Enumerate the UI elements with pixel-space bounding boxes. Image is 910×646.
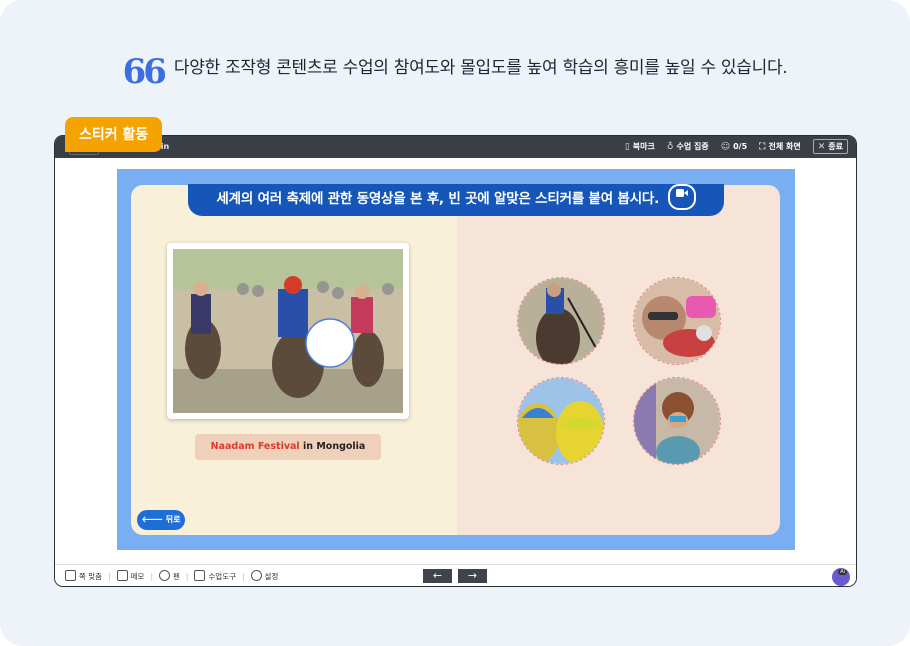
back-label: 뒤로	[165, 515, 181, 524]
divider: |	[108, 571, 111, 581]
festival-photo-frame	[167, 243, 409, 419]
topbar-actions: ▯ 북마크 ♁ 수업 집중 ☺ 0/5 ⛶ 전체 화면 ✕ 종료	[625, 139, 848, 154]
video-camera-icon	[675, 189, 688, 197]
sticker-carnival[interactable]	[633, 377, 721, 465]
activity-stage: 세계의 여러 축제에 관한 동영상을 본 후, 빈 곳에 알맞은 스티커를 붙여…	[117, 169, 795, 550]
divider: |	[242, 571, 245, 581]
arrow-left-icon: 🡐	[141, 515, 163, 524]
sticker-tomato-festival[interactable]	[633, 277, 721, 365]
users-indicator[interactable]: ☺ 0/5	[721, 142, 747, 152]
pen-label: 펜	[172, 572, 180, 581]
quote-icon: 66	[122, 52, 167, 92]
settings-label: 설정	[264, 572, 279, 581]
gear-icon	[250, 570, 262, 581]
feature-card: 66 다양한 조작형 콘텐츠로 수업의 참여도와 몰입도를 높여 학습의 흥미를 …	[0, 0, 910, 646]
focus-label: 수업 집중	[676, 142, 709, 151]
instruction-banner: 세계의 여러 축제에 관한 동영상을 본 후, 빈 곳에 알맞은 스티커를 붙여…	[188, 184, 724, 216]
divider: |	[150, 571, 153, 581]
divider: |	[185, 571, 189, 581]
bulb-icon: ♁	[666, 142, 674, 152]
settings-button[interactable]: 설정	[250, 570, 279, 582]
naadam-photo	[173, 249, 403, 413]
ai-assistant-button[interactable]: AI	[832, 568, 850, 586]
headline-text: 다양한 조작형 콘텐츠로 수업의 참여도와 몰입도를 높여 학습의 흥미를 높일…	[173, 58, 788, 78]
users-count: 0/5	[733, 141, 748, 151]
memo-button[interactable]: 메모	[116, 570, 145, 582]
tomato-festival-image	[634, 278, 720, 364]
fullscreen-icon: ⛶	[759, 142, 766, 152]
focus-button[interactable]: ♁ 수업 집중	[667, 141, 709, 152]
pen-button[interactable]: 펜	[158, 570, 180, 582]
lesson-window: gin ▯ 북마크 ♁ 수업 집중 ☺ 0/5 ⛶ 전체 화면 ✕ 종료 세계의 여러 축…	[54, 135, 857, 587]
grid-icon	[194, 570, 206, 581]
fit-page-button[interactable]: 쪽 맞춤	[65, 570, 102, 582]
sticker-panel	[457, 185, 780, 535]
class-tools-label: 수업도구	[208, 572, 237, 581]
close-icon: ✕	[817, 142, 826, 152]
instruction-text: 세계의 여러 축제에 관한 동영상을 본 후, 빈 곳에 알맞은 스티커를 붙여…	[216, 191, 660, 207]
caption-festival-name: Naadam Festival	[210, 441, 300, 452]
balloon-festival-image	[518, 378, 604, 464]
memo-icon	[116, 570, 128, 581]
caption-location: in Mongolia	[299, 441, 366, 452]
sticker-drop-target[interactable]	[305, 318, 355, 368]
fit-page-label: 쪽 맞춤	[79, 572, 103, 581]
ai-badge: AI	[838, 569, 847, 575]
sticker-horse-racing[interactable]	[517, 277, 605, 365]
video-button[interactable]	[667, 184, 696, 210]
pen-icon	[158, 570, 170, 581]
bookmark-icon: ▯	[624, 142, 630, 152]
class-tools-button[interactable]: 수업도구	[194, 570, 236, 582]
users-icon: ☺	[720, 141, 731, 152]
photo-caption: Naadam Festival in Mongolia	[195, 434, 381, 460]
fullscreen-button[interactable]: ⛶ 전체 화면	[759, 141, 801, 152]
feature-headline: 66 다양한 조작형 콘텐츠로 수업의 참여도와 몰입도를 높여 학습의 흥미를 …	[0, 52, 910, 92]
bookmark-label: 북마크	[632, 142, 655, 151]
sticker-activity-tag: 스티커 활동	[65, 117, 163, 152]
close-button[interactable]: ✕ 종료	[812, 139, 848, 154]
prev-page-button[interactable]: ←	[423, 569, 452, 583]
next-page-button[interactable]: →	[458, 569, 487, 583]
memo-label: 메모	[130, 572, 145, 581]
sticker-balloon-festival[interactable]	[517, 377, 605, 465]
bookmark-button[interactable]: ▯ 북마크	[625, 141, 655, 152]
zoom-icon	[65, 570, 76, 581]
horse-racing-image	[518, 278, 604, 364]
back-button[interactable]: 🡐 뒤로	[137, 510, 185, 530]
lesson-bottombar: 쪽 맞춤 | 메모 | 펜 | 수업도구 | 설정 ← → AI	[55, 564, 856, 586]
close-label: 종료	[828, 142, 843, 151]
tool-items: 쪽 맞춤 | 메모 | 펜 | 수업도구 | 설정	[65, 570, 278, 582]
carnival-image	[634, 378, 720, 464]
fullscreen-label: 전체 화면	[768, 142, 801, 151]
lesson-topbar: gin ▯ 북마크 ♁ 수업 집중 ☺ 0/5 ⛶ 전체 화면 ✕ 종료	[55, 136, 856, 158]
